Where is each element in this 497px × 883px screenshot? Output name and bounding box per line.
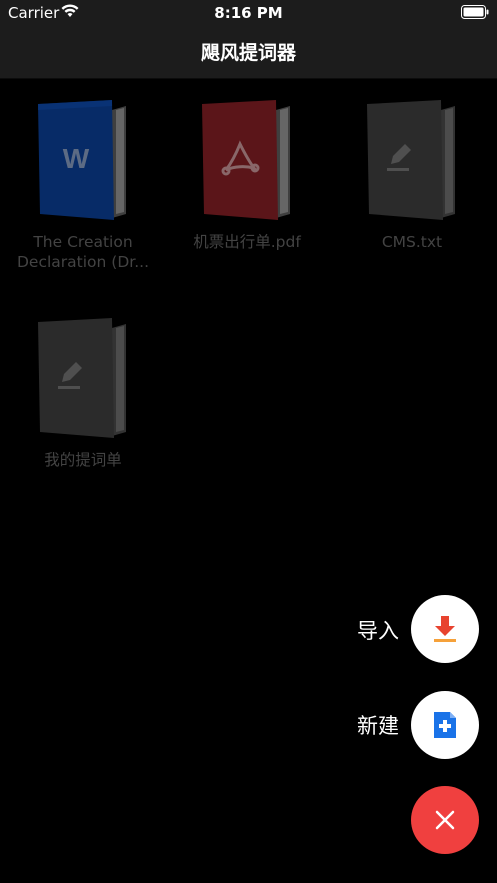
- close-icon: [435, 810, 455, 830]
- new-label[interactable]: 新建: [357, 710, 399, 740]
- text-document-icon: [367, 100, 455, 220]
- file-name: CMS.txt: [381, 233, 443, 251]
- import-button[interactable]: [411, 595, 479, 663]
- new-document-icon: [434, 712, 456, 738]
- close-menu-button[interactable]: [411, 786, 479, 854]
- file-grid: W The Creation Declaration (Dr... 机票出行单.…: [0, 78, 497, 883]
- new-button[interactable]: [411, 691, 479, 759]
- file-item[interactable]: W The Creation Declaration (Dr...: [8, 96, 158, 272]
- file-name: 机票出行单.pdf: [193, 233, 301, 251]
- battery-icon: [461, 5, 489, 23]
- status-bar: Carrier 8:16 PM: [0, 0, 497, 26]
- pdf-document-icon: [202, 100, 290, 220]
- text-document-icon: [38, 318, 126, 438]
- navigation-bar: 飓风提词器: [0, 26, 497, 79]
- file-item[interactable]: CMS.txt: [337, 96, 487, 272]
- file-name: The Creation Declaration (Dr...: [17, 233, 149, 271]
- file-item[interactable]: 我的提词单: [8, 314, 158, 490]
- status-time: 8:16 PM: [214, 4, 283, 22]
- import-label[interactable]: 导入: [357, 615, 399, 645]
- import-icon: [434, 616, 456, 642]
- word-document-icon: W: [38, 100, 126, 220]
- file-item[interactable]: 机票出行单.pdf: [172, 96, 322, 272]
- page-title: 飓风提词器: [200, 42, 296, 64]
- svg-text:W: W: [63, 143, 90, 174]
- file-name: 我的提词单: [44, 451, 122, 469]
